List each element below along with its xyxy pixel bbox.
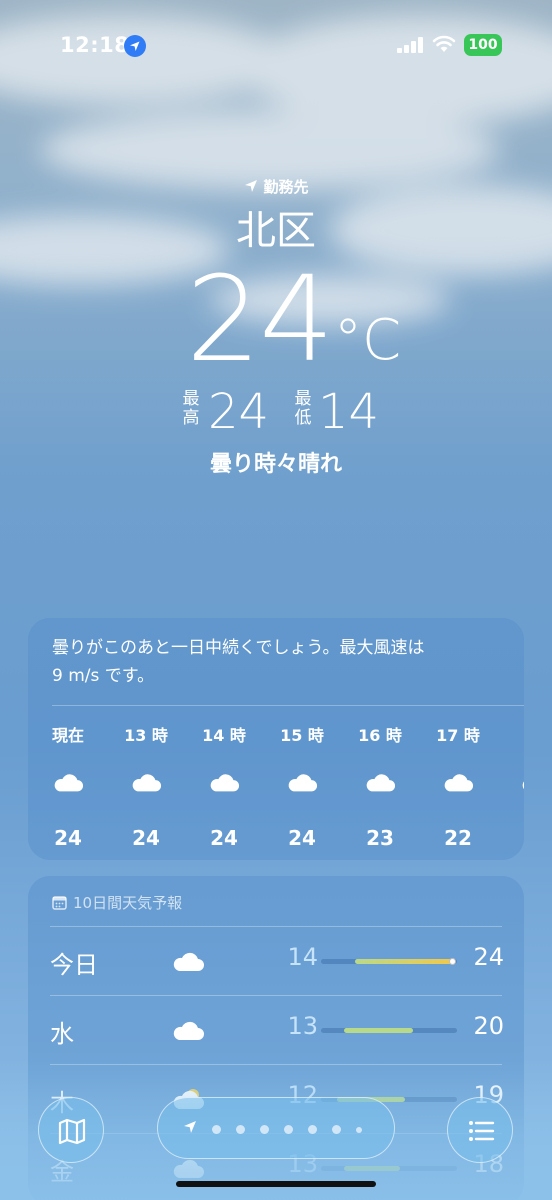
page-dot[interactable] xyxy=(332,1125,341,1134)
location-arrow-icon xyxy=(245,180,258,192)
low-label: 最低 xyxy=(294,389,312,428)
hourly-item: 1 xyxy=(497,718,524,850)
cloud-icon xyxy=(208,770,240,794)
cloud-icon xyxy=(442,770,474,794)
current-temperature-dot xyxy=(449,958,456,965)
daily-row: 今日 14 24 xyxy=(28,927,524,995)
temperature-range-fill xyxy=(355,959,454,964)
hourly-time: 1 xyxy=(497,722,524,741)
page-dot[interactable] xyxy=(236,1125,245,1134)
calendar-icon xyxy=(52,896,67,910)
hourly-time: 14 時 xyxy=(202,726,246,745)
page-dot[interactable] xyxy=(212,1125,221,1134)
day-low-temperature: 14 xyxy=(287,943,318,971)
cloud-icon xyxy=(171,1018,205,1042)
hourly-temperature: 23 xyxy=(366,826,394,850)
page-dot[interactable] xyxy=(260,1125,269,1134)
high-temperature: 24 xyxy=(208,384,270,440)
status-time: 12:18 xyxy=(60,33,130,57)
temperature-unit: °C xyxy=(334,308,402,373)
day-name: 水 xyxy=(50,1020,74,1048)
low-temperature: 14 xyxy=(318,384,380,440)
hourly-temperature: 24 xyxy=(54,826,82,850)
page-dot[interactable] xyxy=(356,1127,362,1133)
hourly-temperature: 24 xyxy=(210,826,238,850)
hourly-item: 17 時 22 xyxy=(419,718,497,850)
summary-line-2: 9 m/s です。 xyxy=(52,666,155,686)
day-name: 今日 xyxy=(50,951,98,979)
home-indicator[interactable] xyxy=(176,1181,376,1187)
wifi-icon xyxy=(432,35,456,52)
current-location-icon xyxy=(184,1121,196,1133)
location-services-icon xyxy=(124,35,146,57)
hourly-time: 13 時 xyxy=(124,726,168,745)
temperature-range-bar xyxy=(321,958,457,965)
summary-line-1: 曇りがこのあと一日中続くでしょう。最大風速は xyxy=(52,638,425,658)
day-low-temperature: 13 xyxy=(287,1012,318,1040)
location-label: 勤務先 xyxy=(0,176,552,197)
hourly-forecast-card[interactable]: 曇りがこのあと一日中続くでしょう。最大風速は 9 m/s です。 現在 24 13 … xyxy=(28,618,524,860)
list-icon xyxy=(469,1121,495,1141)
weather-condition: 曇り時々晴れ xyxy=(209,452,342,477)
temperature-range-fill xyxy=(344,1028,413,1033)
daily-forecast-header: 10日間天気予報 xyxy=(52,892,182,913)
city-name: 北区 xyxy=(236,208,316,254)
cloud-icon xyxy=(286,770,318,794)
day-high-temperature: 24 xyxy=(473,943,504,971)
cloud-icon xyxy=(171,1156,205,1180)
location-list-button[interactable] xyxy=(447,1097,513,1163)
hourly-time: 現在 xyxy=(51,726,84,745)
location-pager[interactable] xyxy=(157,1097,395,1159)
location-label-text: 勤務先 xyxy=(263,178,309,196)
divider xyxy=(52,705,524,706)
temperature-range-bar xyxy=(321,1028,457,1033)
hourly-item: 16 時 23 xyxy=(341,718,419,850)
page-dot[interactable] xyxy=(284,1125,293,1134)
map-button[interactable] xyxy=(38,1097,104,1163)
cloud-icon xyxy=(171,949,205,973)
hourly-item: 15 時 24 xyxy=(263,718,341,850)
daily-row: 水 13 20 xyxy=(28,996,524,1064)
hourly-item: 13 時 24 xyxy=(107,718,185,850)
cellular-signal-icon xyxy=(397,37,423,53)
daily-forecast-title: 10日間天気予報 xyxy=(73,894,183,912)
hourly-temperature: 22 xyxy=(444,826,472,850)
hourly-time: 16 時 xyxy=(358,726,402,745)
day-high-temperature: 20 xyxy=(473,1012,504,1040)
temperature-range-fill xyxy=(344,1166,400,1171)
temperature-range-bar xyxy=(321,1166,457,1171)
hourly-time: 17 時 xyxy=(436,726,480,745)
high-label: 最高 xyxy=(182,389,200,428)
high-low: 最高 24 最低 14 xyxy=(0,384,552,444)
hourly-temperature: 24 xyxy=(132,826,160,850)
page-dot[interactable] xyxy=(308,1125,317,1134)
status-bar: 12:18 100 xyxy=(0,30,552,62)
battery-icon: 100 xyxy=(464,34,502,56)
cloud-icon xyxy=(130,770,162,794)
map-icon xyxy=(58,1118,86,1145)
hourly-time: 15 時 xyxy=(280,726,324,745)
cloud-icon xyxy=(520,770,524,794)
forecast-summary: 曇りがこのあと一日中続くでしょう。最大風速は 9 m/s です。 xyxy=(52,634,502,690)
hourly-item: 14 時 24 xyxy=(185,718,263,850)
current-temperature: 24 xyxy=(186,250,334,388)
hourly-temperature: 24 xyxy=(288,826,316,850)
cloud-icon xyxy=(52,770,84,794)
hourly-item: 現在 24 xyxy=(29,718,107,850)
cloud-icon xyxy=(364,770,396,794)
